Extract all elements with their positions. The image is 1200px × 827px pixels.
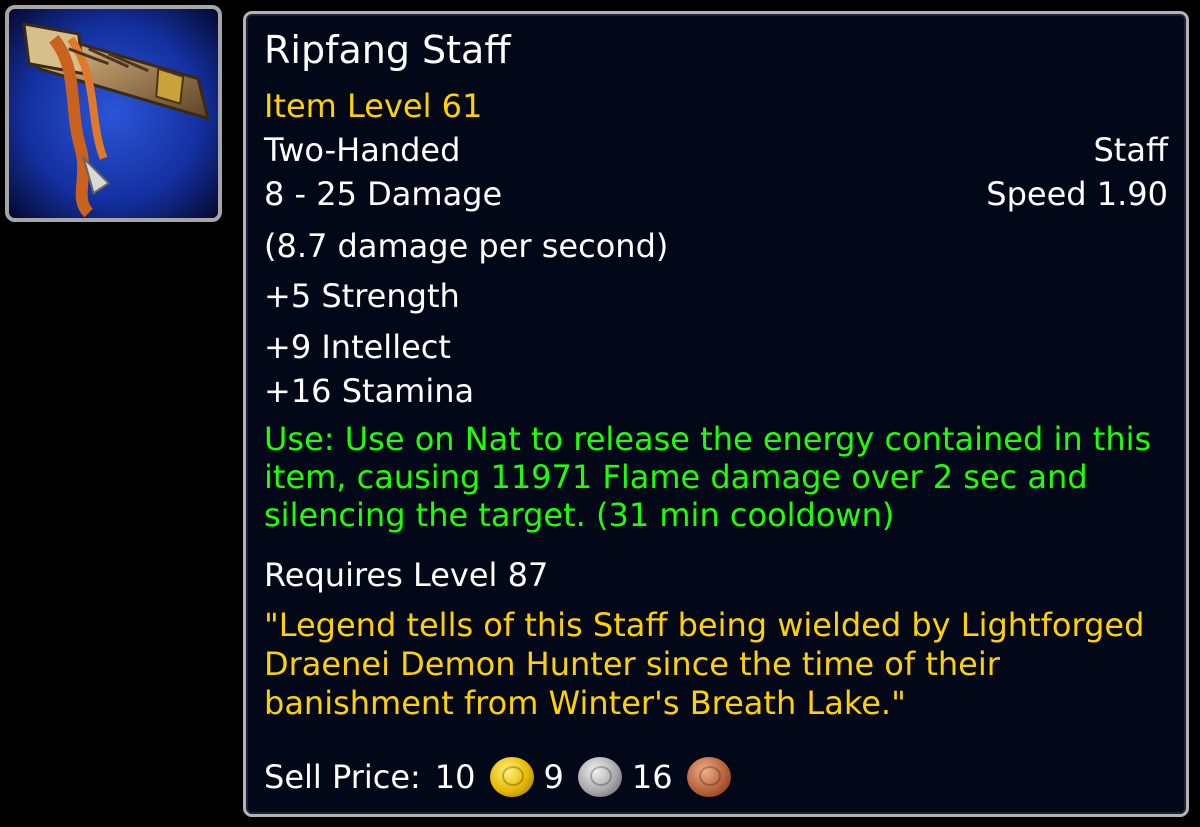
- item-tooltip: Ripfang Staff Item Level 61 Two-Handed S…: [243, 11, 1189, 817]
- staff-item-icon: [9, 9, 218, 218]
- item-dps: (8.7 damage per second): [264, 227, 669, 265]
- sell-price: Sell Price: 10 9 16: [264, 757, 741, 797]
- item-type: Staff: [1093, 131, 1168, 169]
- item-slot: Two-Handed: [264, 131, 461, 169]
- item-name: Ripfang Staff: [264, 28, 511, 72]
- stat-strength: +5 Strength: [264, 277, 460, 315]
- gold-amount: 10: [434, 758, 476, 796]
- use-effect: Use: Use on Nat to release the energy co…: [264, 420, 1152, 534]
- flavor-text: "Legend tells of this Staff being wielde…: [264, 606, 1145, 722]
- damage-speed-row: 8 - 25 Damage Speed 1.90: [264, 175, 1168, 213]
- item-damage: 8 - 25 Damage: [264, 175, 503, 213]
- stat-intellect: +9 Intellect: [264, 328, 451, 366]
- silver-amount: 9: [543, 758, 564, 796]
- item-icon-frame[interactable]: [5, 5, 222, 222]
- slot-type-row: Two-Handed Staff: [264, 131, 1168, 169]
- item-level: Item Level 61: [264, 87, 483, 125]
- gold-coin-icon: [489, 757, 534, 797]
- sell-price-label: Sell Price:: [264, 758, 421, 796]
- level-requirement: Requires Level 87: [264, 556, 549, 594]
- item-speed: Speed 1.90: [986, 175, 1168, 213]
- silver-coin-icon: [577, 757, 622, 797]
- copper-coin-icon: [686, 757, 731, 797]
- copper-amount: 16: [631, 758, 673, 796]
- stat-stamina: +16 Stamina: [264, 372, 475, 410]
